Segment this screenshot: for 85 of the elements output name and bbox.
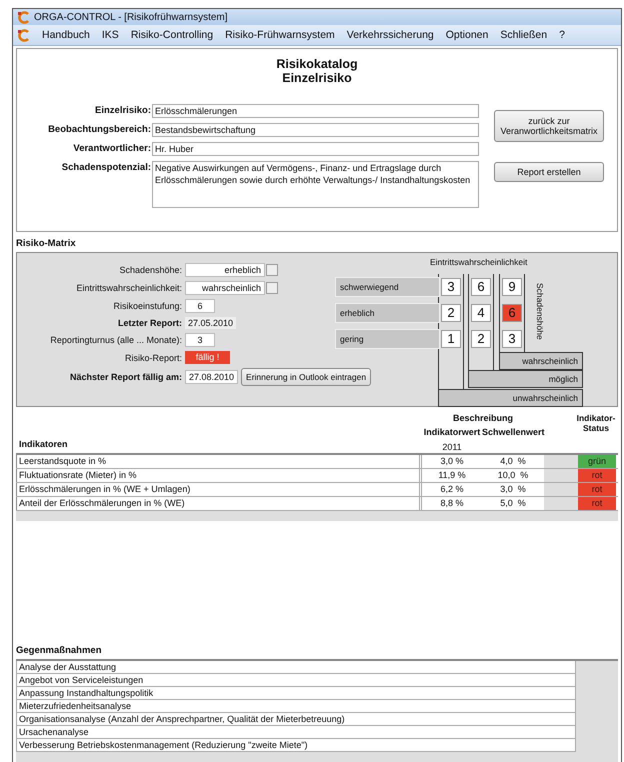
table-cell-text: 6,2 % xyxy=(439,483,464,496)
app-logo-icon xyxy=(17,10,30,24)
date-value: 27.05.2010 xyxy=(185,317,236,329)
input-field[interactable]: Erlösschmälerungen xyxy=(152,104,479,118)
menu-item[interactable]: ? xyxy=(559,29,565,41)
date-field[interactable]: 27.08.2010 xyxy=(185,370,238,384)
table-title: Indikatoren xyxy=(18,439,69,451)
column-label: wahrscheinlich xyxy=(499,352,583,370)
field-label: Letzter Report: xyxy=(116,318,182,328)
table-cell-text: 5,0 % xyxy=(499,497,527,510)
field-label: Risikoeinstufung: xyxy=(112,301,182,311)
back-button[interactable]: zurück zur Veranwortlichkeitsmatrix xyxy=(494,110,604,142)
row-label: gering xyxy=(335,329,440,349)
field-label: Einzelrisiko: xyxy=(94,104,151,118)
text-area[interactable]: Negative Auswirkungen auf Vermögens-, Finanz- und Ertragslage durch Erlösschmälerungen sowie durch erhöhte Verwaltungs-/ Instandhaltungskosten xyxy=(152,161,479,208)
axis-label: Schadenshöhe xyxy=(535,283,545,340)
status-cell: rot xyxy=(578,483,616,496)
column-label: unwahrscheinlich xyxy=(438,389,583,407)
section-title: Risiko-Matrix xyxy=(15,237,77,251)
table-cell: Fluktuationsrate (Mieter) in % xyxy=(16,469,422,482)
menu-item[interactable]: Risiko-Frühwarnsystem xyxy=(225,29,335,41)
matrix-cell: 6 xyxy=(502,304,522,322)
status-badge: fällig ! xyxy=(185,351,230,364)
column-header: Schwellenwert xyxy=(482,427,544,439)
page-subtitle: Einzelrisiko xyxy=(281,71,353,85)
table-cell: Erlösschmälerungen in % (WE + Umlagen) xyxy=(16,483,422,496)
table-cell-text: 3,0 % xyxy=(439,455,464,468)
app-logo-icon xyxy=(17,28,30,42)
reminder-button[interactable]: Erinnerung in Outlook eintragen xyxy=(241,368,372,386)
table-cell-text: 11,9 % xyxy=(437,469,467,482)
table-cell: Leerstandsquote in % xyxy=(16,455,422,468)
table-cell-text: 3,0 % xyxy=(499,483,527,496)
input-field[interactable]: 6 xyxy=(185,299,215,313)
row-label: erheblich xyxy=(335,303,440,323)
page-title: Risikokatalog xyxy=(275,57,359,71)
dropdown[interactable]: erheblich xyxy=(185,263,265,277)
matrix-cell: 4 xyxy=(471,304,491,322)
status-cell: rot xyxy=(578,497,616,510)
field-label: Verantwortlicher: xyxy=(72,142,151,156)
input-field[interactable]: Bestandsbewirtschaftung xyxy=(152,123,479,137)
field-label: Reportingturnus (alle ... Monate): xyxy=(49,335,182,345)
report-button[interactable]: Report erstellen xyxy=(494,162,604,182)
list-item[interactable]: Anpassung Instandhaltungspolitik xyxy=(16,687,576,700)
status-cell: grün xyxy=(578,455,616,468)
column-header: Indikatorwert xyxy=(422,427,482,439)
column-header: 2011 xyxy=(441,442,463,453)
menu-item[interactable]: Verkehrssicherung xyxy=(346,29,434,41)
list-item[interactable]: Mieterzufriedenheitsanalyse xyxy=(16,700,576,713)
field-label: Nächster Report fällig am: xyxy=(68,372,182,382)
field-label: Risiko-Report: xyxy=(124,352,182,362)
menu-item[interactable]: Risiko-Controlling xyxy=(130,29,214,41)
matrix-cell: 2 xyxy=(471,330,491,348)
matrix-cell: 3 xyxy=(441,278,461,296)
section-title: Gegenmaßnahmen xyxy=(15,644,103,658)
window-title: ORGA-CONTROL - [Risikofrühwarnsystem] xyxy=(34,12,228,22)
matrix-cell: 9 xyxy=(502,278,522,296)
menu-item[interactable]: Optionen xyxy=(446,29,488,41)
field-label: Schadenspotenzial: xyxy=(60,161,151,175)
dropdown[interactable]: wahrscheinlich xyxy=(185,281,265,295)
column-header: Indikator-Status xyxy=(576,413,616,435)
list-item[interactable]: Ursachenanalyse xyxy=(16,726,576,739)
menu-item[interactable]: Handbuch xyxy=(42,29,90,41)
status-cell: rot xyxy=(578,469,616,482)
table-cell-text: 4,0 % xyxy=(499,455,527,468)
menu-item[interactable]: IKS xyxy=(102,29,119,41)
matrix-cell: 2 xyxy=(441,304,461,322)
field-label: Eintrittswahrscheinlichkeit: xyxy=(75,283,182,293)
menu-item[interactable]: Schließen xyxy=(500,29,548,41)
column-header: Beschreibung xyxy=(452,413,514,424)
input-field[interactable]: 3 xyxy=(185,333,215,347)
column-label: möglich xyxy=(468,370,583,388)
input-field[interactable]: Hr. Huber xyxy=(152,142,479,156)
list-item[interactable]: Verbesserung Betriebskostenmanagement (Reduzierung "zweite Miete") xyxy=(16,739,576,752)
matrix-cell: 1 xyxy=(441,330,461,348)
field-label: Schadenshöhe: xyxy=(118,265,182,275)
axis-label: Eintrittswahrscheinlichkeit xyxy=(430,257,528,267)
table-cell-text: 10,0 % xyxy=(496,469,530,482)
table-cell-text: 8,8 % xyxy=(439,497,464,510)
list-item[interactable]: Analyse der Ausstattung xyxy=(16,661,576,674)
list-item[interactable]: Organisationsanalyse (Anzahl der Ansprechpartner, Qualität der Mieterbetreuung) xyxy=(16,713,576,726)
matrix-cell: 6 xyxy=(471,278,491,296)
field-label: Beobachtungsbereich: xyxy=(47,123,151,137)
list-item[interactable]: Angebot von Serviceleistungen xyxy=(16,674,576,687)
row-label: schwerwiegend xyxy=(335,277,440,297)
matrix-cell: 3 xyxy=(502,330,522,348)
